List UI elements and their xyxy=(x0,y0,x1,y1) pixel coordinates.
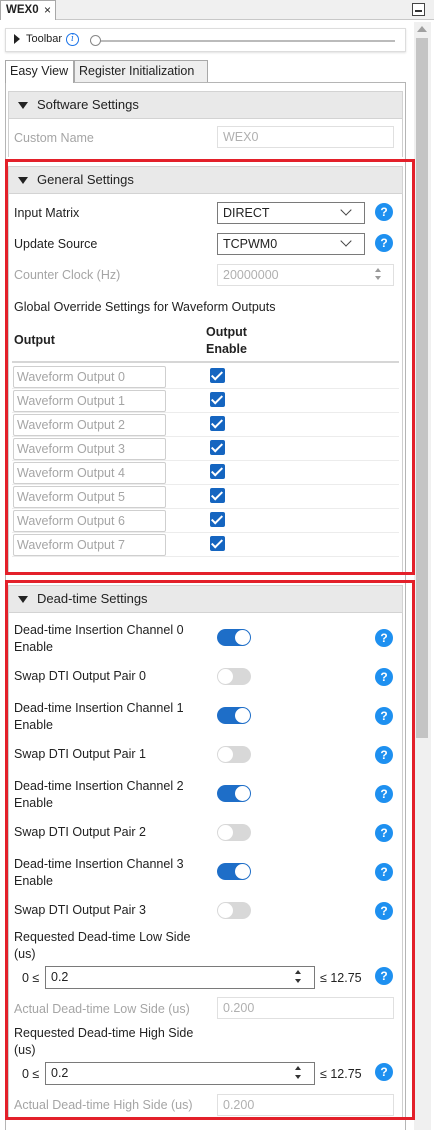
scroll-up-arrow-icon[interactable] xyxy=(417,26,427,32)
document-tab-label: WEX0 xyxy=(6,4,39,16)
minimize-icon[interactable] xyxy=(412,3,425,16)
toolbar-label[interactable]: Toolbar xyxy=(26,33,62,45)
highlight-box-general-settings xyxy=(5,159,415,575)
highlight-box-deadtime-settings xyxy=(5,580,415,1120)
custom-name-label: Custom Name xyxy=(14,131,94,145)
toolbar-slider-track[interactable] xyxy=(90,40,395,42)
toolbar-slider-handle[interactable] xyxy=(90,35,101,46)
custom-name-field: WEX0 xyxy=(217,126,394,148)
section-title: Software Settings xyxy=(37,97,139,112)
close-icon[interactable]: × xyxy=(44,3,51,17)
tab-easy-view[interactable]: Easy View xyxy=(5,60,74,83)
collapse-triangle-icon xyxy=(18,102,28,109)
document-tab-strip xyxy=(0,0,434,20)
tab-register-initialization[interactable]: Register Initialization xyxy=(74,60,208,82)
expand-arrow-icon[interactable] xyxy=(14,34,20,44)
scrollbar-thumb[interactable] xyxy=(416,38,428,738)
document-tab-wex0[interactable]: WEX0 × xyxy=(0,0,56,20)
software-settings-header[interactable]: Software Settings xyxy=(8,91,403,119)
info-icon[interactable]: i xyxy=(66,33,79,46)
toolbar: Toolbar i xyxy=(5,28,406,52)
